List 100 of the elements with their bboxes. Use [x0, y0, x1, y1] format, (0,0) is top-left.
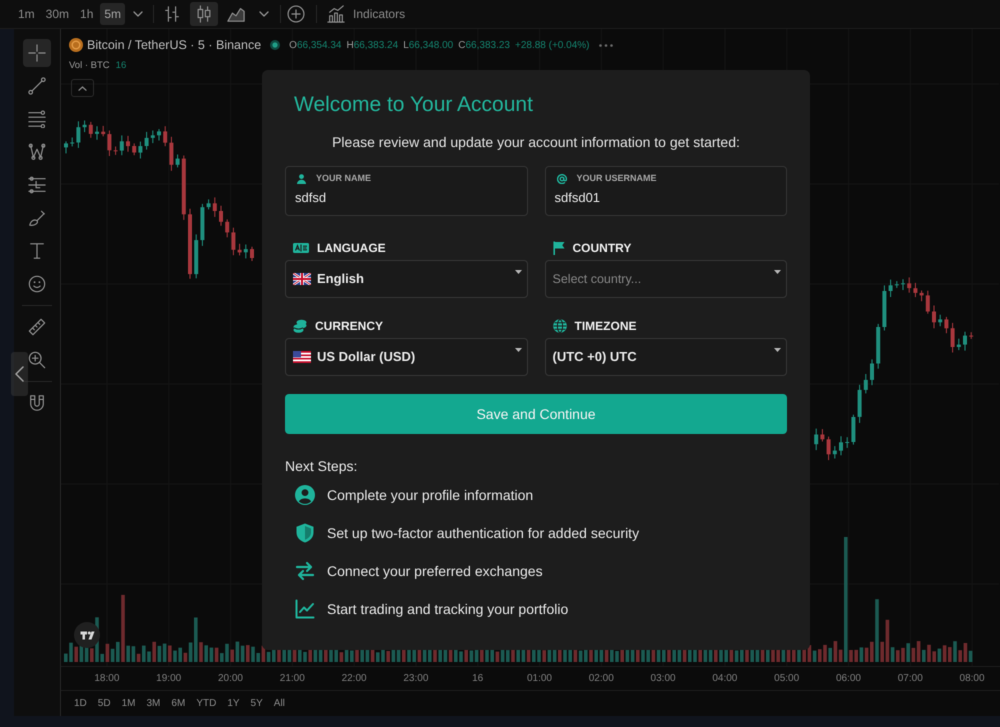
drawing-tool-button[interactable] [28, 351, 46, 369]
modal-subtitle: Please review and update your account information to get started: [331, 133, 741, 152]
drawing-tool-button[interactable] [28, 176, 46, 194]
text-tool-icon [28, 242, 46, 260]
ohlc-value: C66,383.23 [458, 38, 510, 52]
price-change: +28.88 (+0.04%) [514, 38, 590, 52]
drawing-tool-button[interactable] [28, 209, 46, 227]
collapse-button[interactable] [11, 352, 28, 396]
range-button[interactable]: 1M [122, 696, 136, 711]
candles-icon [195, 5, 214, 23]
time-axis-label: 04:00 [711, 672, 738, 686]
trend-line-icon [28, 77, 46, 95]
language-icon [293, 242, 309, 254]
range-button[interactable]: 3M [146, 696, 160, 711]
caret-down-icon [774, 348, 781, 352]
field-label: COUNTRY [572, 240, 632, 257]
magnet-icon [28, 394, 46, 412]
ruler-icon [28, 318, 46, 336]
range-button[interactable]: All [274, 696, 285, 711]
interval-button[interactable]: 30m [42, 3, 74, 25]
field-label: CURRENCY [315, 318, 384, 335]
time-axis-label: 16 [471, 672, 484, 686]
time-axis-label: 22:00 [340, 672, 368, 686]
ohlc-value: H66,383.24 [346, 38, 398, 52]
time-axis-label: 01:00 [526, 672, 553, 686]
us-flag-icon [293, 351, 311, 363]
field-label: LANGUAGE [317, 240, 386, 257]
volume-label: Vol · BTC [69, 58, 110, 73]
time-axis-label: 20:00 [216, 672, 244, 686]
field-label: TIMEZONE [574, 318, 636, 335]
ohlc-value: L66,348.00 [403, 38, 454, 52]
drawing-tool-button[interactable] [28, 143, 46, 161]
ohlc-value: O66,354.34 [289, 38, 342, 52]
time-axis-label: 03:00 [650, 672, 677, 686]
chevron-down-icon[interactable] [133, 11, 144, 17]
chevron-up-icon [78, 86, 87, 90]
more-icon[interactable] [599, 44, 614, 46]
volume-value: 16 [116, 58, 126, 73]
time-axis-label: 08:00 [958, 672, 986, 686]
flag-icon [552, 241, 564, 255]
chevron-down-icon[interactable] [259, 11, 270, 17]
text-field[interactable]: YOUR NAME sdfsd [285, 166, 528, 216]
interval-button[interactable]: 5m [100, 3, 126, 25]
time-axis-label: 21:00 [278, 672, 306, 686]
field-label: YOUR NAME [316, 172, 372, 186]
chart-type-button[interactable] [190, 2, 218, 26]
indicators-button[interactable]: Indicators [327, 5, 406, 23]
dropdown[interactable]: English [285, 260, 528, 298]
interval-button[interactable]: 1m [14, 3, 39, 25]
at-sign-icon [556, 174, 566, 184]
range-button[interactable]: 5D [98, 696, 111, 711]
brush-icon [28, 209, 46, 227]
text-field[interactable]: YOUR USERNAME sdfsd01 [544, 166, 787, 216]
range-button[interactable]: YTD [196, 696, 216, 711]
drawing-tool-button[interactable] [28, 318, 46, 336]
time-axis-label: 06:00 [834, 672, 862, 686]
time-axis-label: 07:00 [896, 672, 924, 686]
area-icon [227, 5, 246, 23]
smiley-icon [28, 275, 46, 293]
symbol-title[interactable]: Bitcoin / TetherUS · 5 · Binance [87, 36, 262, 54]
text-input[interactable]: sdfsd [295, 190, 518, 206]
uk-flag-icon [293, 273, 311, 285]
modal-title: Welcome to Your Account [294, 92, 533, 118]
caret-down-icon [514, 270, 522, 274]
drawing-tool-button[interactable] [28, 394, 46, 412]
range-button[interactable]: 6M [171, 696, 186, 711]
drawing-tool-button[interactable] [28, 77, 46, 95]
levels-icon [28, 176, 46, 194]
zoom-in-icon [28, 351, 46, 369]
dropdown[interactable]: Select country... [544, 260, 787, 298]
dropdown[interactable]: (UTC +0) UTC [544, 338, 787, 376]
drawing-tool-button[interactable] [28, 275, 46, 293]
time-axis-label: 02:00 [588, 672, 615, 686]
time-axis-label: 05:00 [773, 672, 800, 686]
text-input[interactable]: sdfsd01 [554, 190, 777, 206]
drawing-tool-button[interactable] [23, 39, 51, 67]
step-text: Complete your profile information [327, 486, 534, 505]
range-button[interactable]: 5Y [250, 696, 263, 711]
drawing-tool-button[interactable] [28, 242, 46, 260]
bars-icon [163, 5, 182, 23]
chevron-left-icon [15, 366, 24, 382]
indicators-icon [327, 5, 346, 23]
collapse-legend-button[interactable] [71, 79, 94, 97]
user-circle-icon [295, 485, 315, 505]
section-heading: Next Steps: [285, 457, 358, 476]
parallel-lines-icon [28, 110, 46, 128]
time-axis-label: 23:00 [402, 672, 430, 686]
coins-icon [293, 319, 307, 333]
range-button[interactable]: 1D [74, 696, 87, 711]
range-button[interactable]: 1Y [227, 696, 240, 711]
status-dot-icon [270, 40, 280, 50]
dropdown[interactable]: US Dollar (USD) [285, 338, 528, 376]
person-icon [297, 174, 306, 184]
interval-button[interactable]: 1h [76, 3, 98, 25]
crosshair-icon [28, 44, 46, 62]
caret-down-icon [774, 270, 781, 274]
time-axis-label: 18:00 [93, 672, 120, 686]
time-axis-label: 19:00 [155, 672, 182, 686]
drawing-tool-button[interactable] [28, 110, 46, 128]
plus-circle-icon[interactable] [287, 5, 306, 23]
